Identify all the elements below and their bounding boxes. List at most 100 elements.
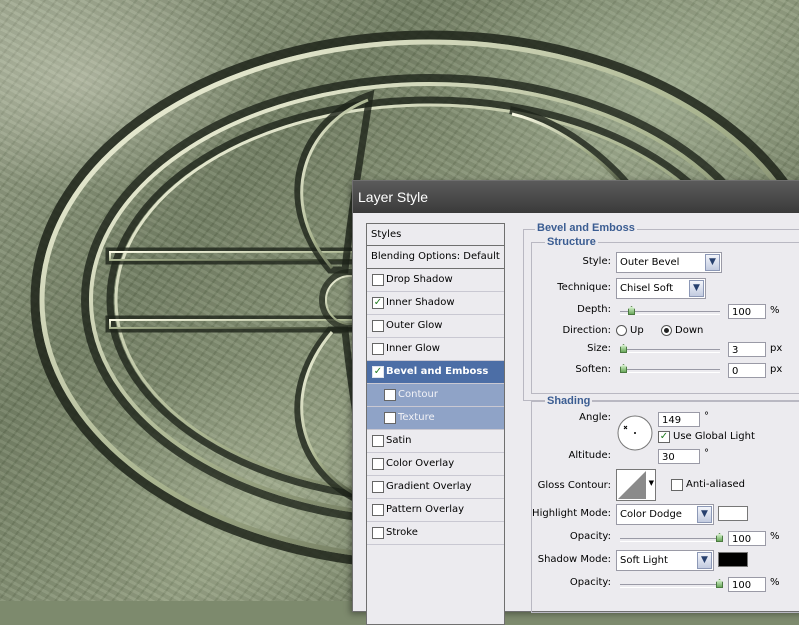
angle-dial-icon[interactable] <box>616 414 654 452</box>
size-unit: px <box>770 343 783 354</box>
depth-input[interactable]: 100 <box>728 304 766 319</box>
chevron-down-icon[interactable]: ▼ <box>697 506 712 523</box>
style-item-color-overlay[interactable]: Color Overlay <box>367 453 504 476</box>
altitude-input[interactable]: 30 <box>658 449 700 464</box>
use-global-light-checkbox[interactable]: ✓ <box>658 431 670 443</box>
direction-label: Direction: <box>562 325 611 336</box>
bevel-emboss-title: Bevel and Emboss <box>535 222 637 234</box>
color-overlay-checkbox[interactable] <box>372 458 384 470</box>
use-global-light-label[interactable]: Use Global Light <box>673 431 755 442</box>
shadow-color-swatch[interactable] <box>718 552 748 567</box>
style-item-label: Bevel and Emboss <box>386 366 489 377</box>
chevron-down-icon[interactable]: ▼ <box>705 254 720 271</box>
gloss-contour-picker[interactable]: ▼ <box>616 469 656 501</box>
contour-icon <box>618 471 646 499</box>
shadow-opacity-label: Opacity: <box>569 577 611 588</box>
style-item-label: Texture <box>398 412 435 423</box>
anti-aliased-checkbox[interactable] <box>671 479 683 491</box>
altitude-label: Altitude: <box>568 450 611 461</box>
style-item-stroke[interactable]: Stroke <box>367 522 504 545</box>
angle-unit: ° <box>704 411 709 422</box>
chevron-down-icon[interactable]: ▼ <box>689 280 704 297</box>
direction-up-label[interactable]: Up <box>630 325 644 336</box>
satin-checkbox[interactable] <box>372 435 384 447</box>
dialog-title-bar[interactable]: Layer Style <box>353 181 799 213</box>
depth-slider[interactable] <box>620 311 720 315</box>
outer-glow-checkbox[interactable] <box>372 320 384 332</box>
style-item-satin[interactable]: Satin <box>367 430 504 453</box>
style-item-label: Color Overlay <box>386 458 455 469</box>
style-item-label: Pattern Overlay <box>386 504 465 515</box>
highlight-mode-select[interactable]: Color Dodge ▼ <box>616 504 714 525</box>
style-item-gradient-overlay[interactable]: Gradient Overlay <box>367 476 504 499</box>
drop-shadow-checkbox[interactable] <box>372 274 384 286</box>
contour-checkbox[interactable] <box>384 389 396 401</box>
direction-up-radio[interactable] <box>616 325 627 336</box>
gradient-overlay-checkbox[interactable] <box>372 481 384 493</box>
altitude-unit: ° <box>704 448 709 459</box>
direction-down-radio[interactable] <box>661 325 672 336</box>
size-slider[interactable] <box>620 349 720 353</box>
anti-aliased-label[interactable]: Anti-aliased <box>686 479 745 490</box>
style-item-contour[interactable]: Contour <box>367 384 504 407</box>
chevron-down-icon[interactable]: ▼ <box>697 552 712 569</box>
styles-list: Styles Blending Options: Default Drop Sh… <box>366 223 505 625</box>
inner-glow-checkbox[interactable] <box>372 343 384 355</box>
angle-input[interactable]: 149 <box>658 412 700 427</box>
shadow-opacity-slider[interactable] <box>620 584 720 588</box>
depth-label: Depth: <box>577 304 611 315</box>
highlight-opacity-input[interactable]: 100 <box>728 531 766 546</box>
style-item-label: Stroke <box>386 527 418 538</box>
style-item-label: Satin <box>386 435 412 446</box>
style-item-inner-shadow[interactable]: ✓ Inner Shadow <box>367 292 504 315</box>
style-item-label: Inner Glow <box>386 343 440 354</box>
highlight-color-swatch[interactable] <box>718 506 748 521</box>
shading-title: Shading <box>545 395 593 407</box>
shadow-mode-value: Soft Light <box>620 555 668 566</box>
size-input[interactable]: 3 <box>728 342 766 357</box>
shadow-opacity-unit: % <box>770 577 780 588</box>
highlight-opacity-unit: % <box>770 531 780 542</box>
style-item-texture[interactable]: Texture <box>367 407 504 430</box>
depth-unit: % <box>770 305 780 316</box>
direction-down-label[interactable]: Down <box>675 325 703 336</box>
technique-select[interactable]: Chisel Soft ▼ <box>616 278 706 299</box>
styles-header[interactable]: Styles <box>367 224 504 246</box>
gloss-contour-label: Gloss Contour: <box>537 480 611 491</box>
pattern-overlay-checkbox[interactable] <box>372 504 384 516</box>
style-item-drop-shadow[interactable]: Drop Shadow <box>367 269 504 292</box>
style-item-label: Inner Shadow <box>386 297 455 308</box>
shadow-mode-select[interactable]: Soft Light ▼ <box>616 550 714 571</box>
style-item-inner-glow[interactable]: Inner Glow <box>367 338 504 361</box>
soften-label: Soften: <box>575 364 611 375</box>
soften-slider[interactable] <box>620 369 720 373</box>
layer-style-dialog: Layer Style Styles Blending Options: Def… <box>352 180 799 625</box>
chevron-down-icon[interactable]: ▼ <box>649 479 654 487</box>
style-item-pattern-overlay[interactable]: Pattern Overlay <box>367 499 504 522</box>
style-item-outer-glow[interactable]: Outer Glow <box>367 315 504 338</box>
highlight-mode-value: Color Dodge <box>620 509 682 520</box>
bevel-and-emboss-checkbox[interactable]: ✓ <box>372 366 384 378</box>
highlight-opacity-slider[interactable] <box>620 538 720 542</box>
inner-shadow-checkbox[interactable]: ✓ <box>372 297 384 309</box>
style-item-bevel-and-emboss[interactable]: ✓ Bevel and Emboss <box>367 361 504 384</box>
style-item-label: Gradient Overlay <box>386 481 472 492</box>
structure-title: Structure <box>545 236 598 248</box>
shadow-opacity-input[interactable]: 100 <box>728 577 766 592</box>
angle-label: Angle: <box>579 412 611 423</box>
technique-select-value: Chisel Soft <box>620 283 674 294</box>
texture-checkbox[interactable] <box>384 412 396 424</box>
technique-label: Technique: <box>557 282 611 293</box>
bevel-emboss-panel: Bevel and Emboss Structure Style: Outer … <box>523 218 799 613</box>
style-label: Style: <box>582 256 612 267</box>
style-item-label: Contour <box>398 389 438 400</box>
soften-input[interactable]: 0 <box>728 363 766 378</box>
soften-unit: px <box>770 364 783 375</box>
style-select[interactable]: Outer Bevel ▼ <box>616 252 722 273</box>
size-label: Size: <box>587 343 611 354</box>
style-item-label: Outer Glow <box>386 320 443 331</box>
blending-options-item[interactable]: Blending Options: Default <box>367 246 504 269</box>
style-select-value: Outer Bevel <box>620 257 680 268</box>
stroke-checkbox[interactable] <box>372 527 384 539</box>
highlight-opacity-label: Opacity: <box>569 531 611 542</box>
